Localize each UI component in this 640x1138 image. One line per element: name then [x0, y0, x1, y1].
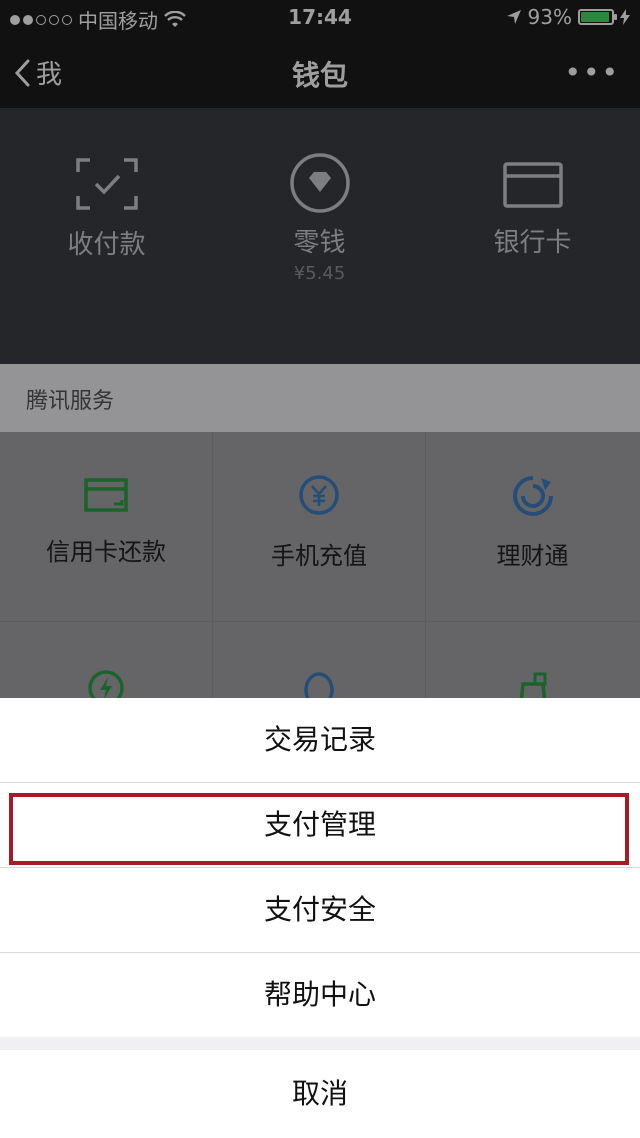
action-transaction-history[interactable]: 交易记录 — [0, 698, 640, 782]
action-sheet: 交易记录 支付管理 支付安全 帮助中心 取消 — [0, 698, 640, 1138]
action-payment-security[interactable]: 支付安全 — [0, 868, 640, 952]
wallet-screen: 中国移动 17:44 93% 我 钱包 ••• 收付款 零钱 ¥5.45 银行卡… — [0, 0, 640, 1138]
action-help-center[interactable]: 帮助中心 — [0, 953, 640, 1037]
highlight-box — [9, 793, 629, 865]
action-cancel-button[interactable]: 取消 — [0, 1050, 640, 1138]
